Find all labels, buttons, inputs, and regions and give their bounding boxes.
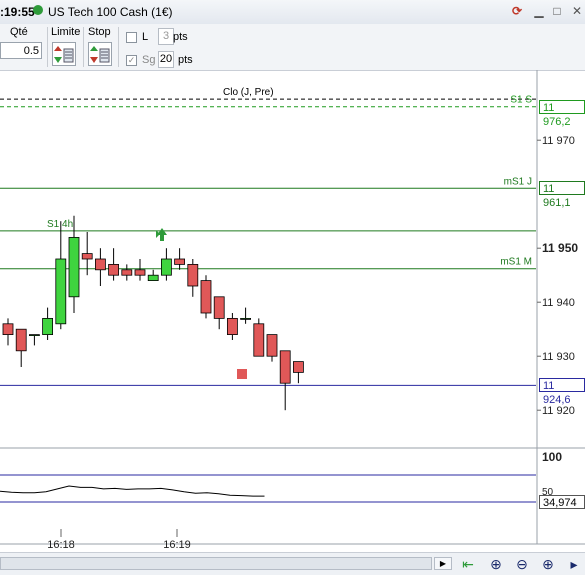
indicator-value-tag: 34,974 [539,495,585,509]
limit-order-button[interactable] [52,42,76,66]
minimize-icon[interactable]: ▁ [530,3,548,19]
zoom-in-icon[interactable]: ⊕ [538,555,558,573]
limit-order-icon [54,46,74,63]
stop-guaranteed-checkbox[interactable]: ✓ [126,55,137,66]
quantity-field[interactable]: 0.5 [0,42,42,59]
limit-checkbox[interactable] [126,32,137,43]
stop-points-field[interactable]: 20 [158,51,174,68]
limit-label: Limite [51,26,81,38]
price-level-tag: 11 924,6 [539,378,585,406]
clock: :19:55 [0,5,35,19]
stop-order-button[interactable] [88,42,112,66]
l-unit: pts [173,31,188,43]
scroll-right-button[interactable]: ▶ [434,557,452,570]
price-level-tag: 11 961,1 [539,181,585,209]
title-bar: :19:55 US Tech 100 Cash (1€) ⟳ ▁ □ ✕ [0,0,585,25]
l-label: L [142,31,149,43]
price-axis: 11 976,2 11 961,1 11 924,6 34,974 [0,70,585,550]
divider [118,27,119,67]
horizontal-scrollbar[interactable] [0,557,432,570]
qty-label: Qté [10,26,28,38]
limit-points-field[interactable]: 3 [158,28,174,45]
overflow-icon[interactable]: ▸ [564,555,584,573]
instrument-title: US Tech 100 Cash (1€) [48,5,173,19]
close-icon[interactable]: ✕ [568,3,585,19]
divider [47,27,48,67]
sg-unit: pts [178,54,193,66]
zoom-out-icon[interactable]: ⊖ [512,555,532,573]
divider [83,27,84,67]
favorite-star-icon[interactable] [33,5,43,15]
maximize-icon[interactable]: □ [548,3,566,19]
stop-label: Stop [88,26,111,38]
zoom-fit-icon[interactable]: ⊕ [486,555,506,573]
price-level-tag: 11 976,2 [539,99,585,128]
bottom-toolbar: ▶ ⇤ ⊕ ⊖ ⊕ ▸ [0,552,585,575]
scroll-left-icon[interactable]: ⇤ [458,555,478,573]
refresh-icon[interactable]: ⟳ [508,3,526,19]
stop-order-icon [90,46,110,63]
order-toolbar: Qté 0.5 Limite Stop L 3 pts ✓ Sg 20 pts [0,24,585,71]
sg-label: Sg [142,54,156,66]
